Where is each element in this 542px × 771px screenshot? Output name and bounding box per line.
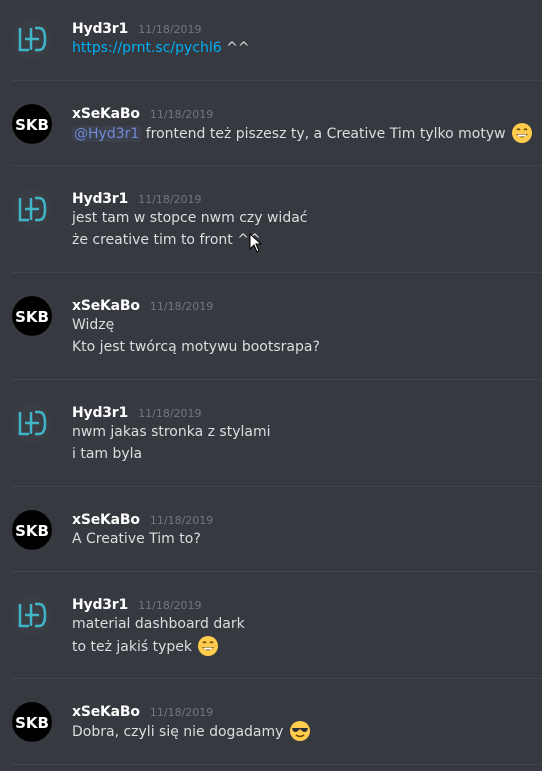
avatar[interactable]: SKB <box>12 296 52 336</box>
message-divider <box>12 165 542 166</box>
message-line: że creative tim to front ^^ <box>72 229 261 251</box>
message-divider <box>12 379 542 380</box>
timestamp[interactable]: 11/18/2019 <box>150 108 213 121</box>
timestamp[interactable]: 11/18/2019 <box>150 300 213 313</box>
message-line: @Hyd3r1 frontend też piszesz ty, a Creat… <box>72 122 533 144</box>
username[interactable]: xSeKaBo <box>72 704 140 720</box>
message-text: Dobra, czyli się nie dogadamy <box>72 724 284 740</box>
timestamp[interactable]: 11/18/2019 <box>150 514 213 527</box>
message-text: Widzę <box>72 317 115 333</box>
skb-logo-icon: SKB <box>12 104 52 144</box>
message-text: A Creative Tim to? <box>72 531 201 547</box>
timestamp[interactable]: 11/18/2019 <box>138 407 201 420</box>
lhd-logo-icon <box>12 595 52 635</box>
message-line: Dobra, czyli się nie dogadamy <box>72 720 311 742</box>
skb-logo-icon: SKB <box>12 510 52 550</box>
avatar[interactable]: SKB <box>12 104 52 144</box>
avatar[interactable] <box>12 403 52 443</box>
username[interactable]: xSeKaBo <box>72 106 140 122</box>
username[interactable]: Hyd3r1 <box>72 405 128 421</box>
message-text: nwm jakas stronka z stylami <box>72 424 271 440</box>
grinning-face-emoji <box>198 636 219 656</box>
avatar[interactable]: SKB <box>12 510 52 550</box>
avatar[interactable] <box>12 189 52 229</box>
message-divider <box>12 486 542 487</box>
message-line: to też jakiś typek <box>72 635 219 657</box>
message-header: xSeKaBo 11/18/2019 <box>72 295 213 314</box>
svg-text:SKB: SKB <box>15 308 49 326</box>
skb-logo-icon: SKB <box>12 296 52 336</box>
message-divider <box>12 678 542 679</box>
message-line: i tam byla <box>72 443 142 465</box>
message-line: material dashboard dark <box>72 613 245 635</box>
message-line: Kto jest twórcą motywu bootsrapa? <box>72 336 320 358</box>
mouse-pointer-icon <box>249 233 263 253</box>
avatar[interactable]: SKB <box>12 702 52 742</box>
username[interactable]: Hyd3r1 <box>72 191 128 207</box>
message-text: Kto jest twórcą motywu bootsrapa? <box>72 339 320 355</box>
timestamp[interactable]: 11/18/2019 <box>138 599 201 612</box>
skb-logo-icon: SKB <box>12 702 52 742</box>
message-header: Hyd3r1 11/18/2019 <box>72 594 202 613</box>
message-text: jest tam w stopce nwm czy widać <box>72 210 308 226</box>
message-text: i tam byla <box>72 446 143 462</box>
svg-text:SKB: SKB <box>15 522 49 540</box>
chat-message-list: Hyd3r1 11/18/2019 https://prnt.sc/pychl6… <box>0 0 542 771</box>
message-divider <box>12 272 542 273</box>
message-line: https://prnt.sc/pychl6 ^^ <box>72 37 250 59</box>
message-line: Widzę <box>72 314 114 336</box>
message-text: material dashboard dark <box>72 616 245 632</box>
message-text: frontend też piszesz ty, a Creative Tim … <box>141 126 506 142</box>
lhd-logo-icon <box>12 19 52 59</box>
message-header: Hyd3r1 11/18/2019 <box>72 18 202 37</box>
message-line: A Creative Tim to? <box>72 528 201 550</box>
message-line: nwm jakas stronka z stylami <box>72 421 271 443</box>
timestamp[interactable]: 11/18/2019 <box>138 193 201 206</box>
message-divider <box>12 764 542 765</box>
sunglasses-face-emoji <box>289 721 310 741</box>
message-header: Hyd3r1 11/18/2019 <box>72 402 202 421</box>
lhd-logo-icon <box>12 403 52 443</box>
user-mention[interactable]: @Hyd3r1 <box>72 126 142 142</box>
timestamp[interactable]: 11/18/2019 <box>150 706 213 719</box>
message-text: że creative tim to front ^^ <box>72 232 261 248</box>
message-link[interactable]: https://prnt.sc/pychl6 <box>72 40 222 56</box>
grinning-face-emoji <box>512 123 533 143</box>
message-line: jest tam w stopce nwm czy widać <box>72 207 307 229</box>
message-divider <box>12 571 542 572</box>
username[interactable]: xSeKaBo <box>72 298 140 314</box>
username[interactable]: xSeKaBo <box>72 512 140 528</box>
message-header: xSeKaBo 11/18/2019 <box>72 509 213 528</box>
message-text: ^^ <box>221 40 250 56</box>
message-text: to też jakiś typek <box>72 639 192 655</box>
svg-text:SKB: SKB <box>15 714 49 732</box>
username[interactable]: Hyd3r1 <box>72 597 128 613</box>
message-divider <box>12 80 542 81</box>
username[interactable]: Hyd3r1 <box>72 21 128 37</box>
avatar[interactable] <box>12 595 52 635</box>
timestamp[interactable]: 11/18/2019 <box>138 23 201 36</box>
message-header: xSeKaBo 11/18/2019 <box>72 103 213 122</box>
message-header: xSeKaBo 11/18/2019 <box>72 701 213 720</box>
lhd-logo-icon <box>12 189 52 229</box>
avatar[interactable] <box>12 19 52 59</box>
message-header: Hyd3r1 11/18/2019 <box>72 188 202 207</box>
svg-text:SKB: SKB <box>15 116 49 134</box>
